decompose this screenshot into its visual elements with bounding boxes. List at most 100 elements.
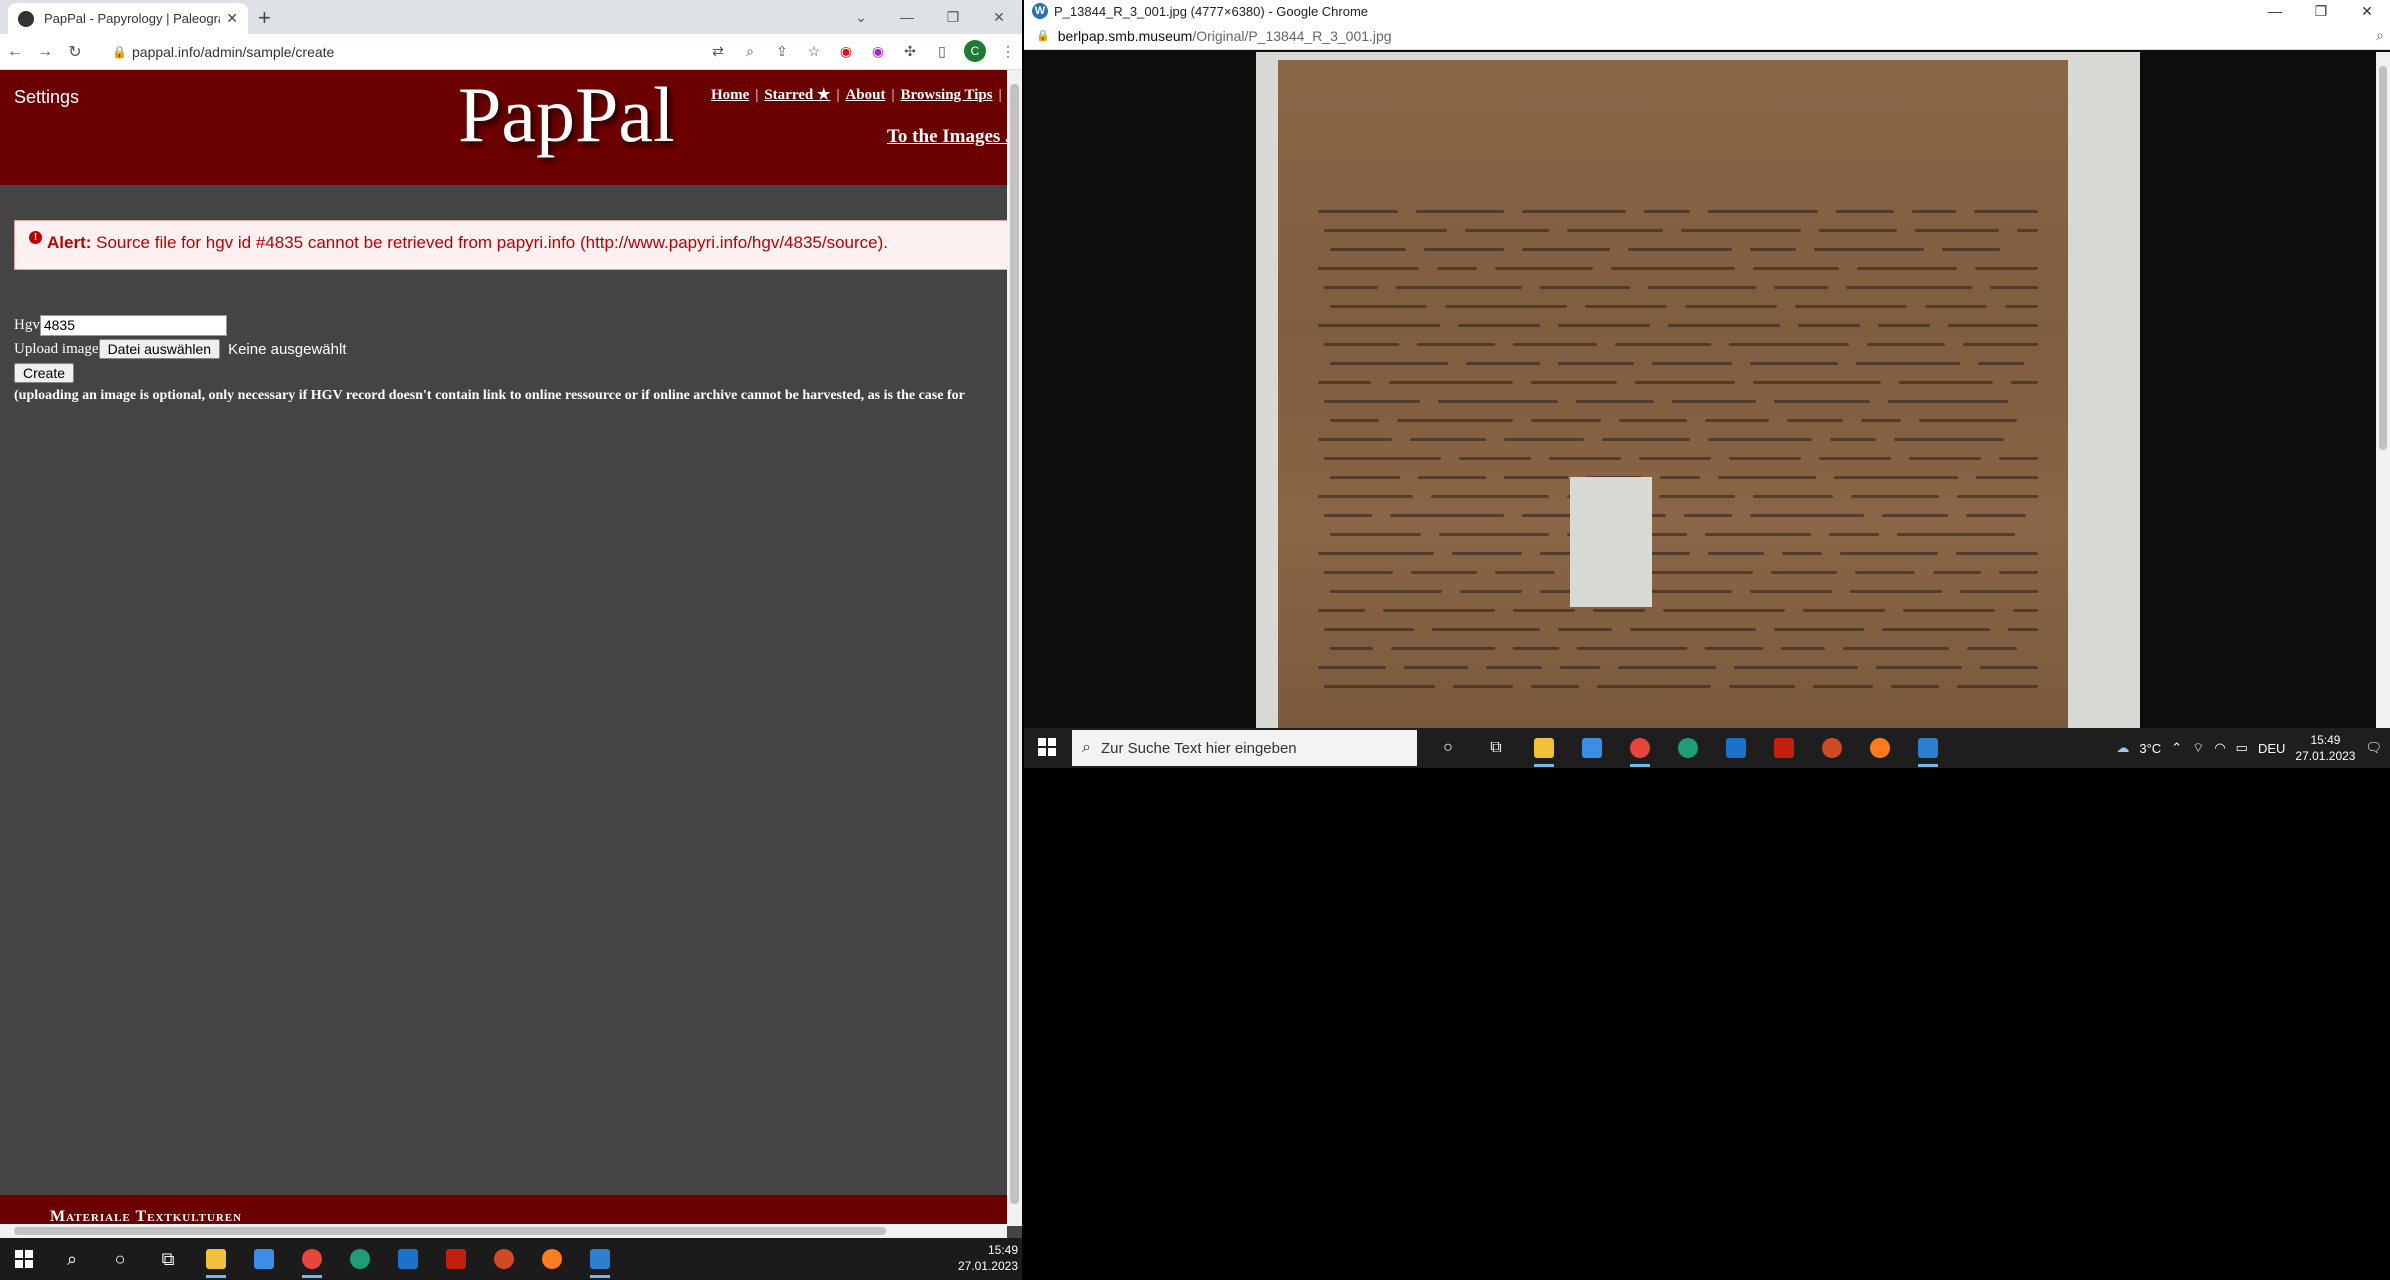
close-tab-icon[interactable]: ✕ (226, 10, 238, 27)
store-icon[interactable] (240, 1238, 288, 1280)
profile-avatar[interactable]: C (964, 40, 986, 62)
edge-icon[interactable] (1664, 728, 1712, 768)
forward-icon[interactable]: → (30, 43, 60, 61)
weather-temp[interactable]: 3°C (2139, 741, 2161, 756)
back-icon[interactable]: ← (0, 43, 30, 61)
papyrus-script-stroke (1857, 267, 1957, 270)
zoom-icon[interactable]: ⌕ (2376, 27, 2384, 44)
new-tab-icon[interactable]: + (258, 5, 271, 31)
papyrus-script-stroke (1708, 210, 1818, 213)
tray-chevron-icon[interactable]: ⌃ (2171, 740, 2182, 756)
bookmark-star-icon[interactable]: ☆ (804, 43, 824, 60)
acrobat-icon[interactable] (1760, 728, 1808, 768)
translate-icon[interactable]: ⇄ (708, 43, 728, 60)
papyrus-script-stroke (1513, 343, 1597, 346)
extensions-puzzle-icon[interactable]: ✣ (900, 43, 920, 60)
papyrus-script-stroke (1963, 343, 2038, 346)
tab-pappal[interactable]: PapPal - Papyrology | Paleograph ✕ (8, 3, 248, 34)
minimize-icon[interactable]: — (2252, 0, 2298, 22)
search-icon[interactable]: ⌕ (48, 1238, 96, 1280)
extension-red-icon[interactable]: ◉ (836, 43, 856, 60)
address-bar[interactable]: 🔒 pappal.info/admin/sample/create (112, 38, 802, 66)
file-explorer-icon[interactable] (192, 1238, 240, 1280)
photos-icon[interactable] (1904, 728, 1952, 768)
chrome-icon[interactable] (1616, 728, 1664, 768)
papyrus-script-stroke (1439, 533, 1549, 536)
mail-icon[interactable] (384, 1238, 432, 1280)
papyrus-script-stroke (1465, 229, 1549, 232)
papyrus-image[interactable] (1256, 52, 2140, 728)
powerpoint-icon[interactable] (1808, 728, 1856, 768)
reload-icon[interactable]: ↻ (60, 42, 90, 62)
taskbar-clock[interactable]: 15:49 27.01.2023 (958, 1242, 1018, 1274)
papyrus-script-stroke (1432, 628, 1540, 631)
store-icon[interactable] (1568, 728, 1616, 768)
windows-start-icon[interactable] (1038, 738, 1056, 756)
battery-icon[interactable]: ▭ (2236, 740, 2248, 756)
alert-label: Alert: (47, 233, 92, 252)
share-icon[interactable]: ⇪ (772, 43, 792, 60)
horizontal-scrollbar[interactable] (0, 1224, 1007, 1238)
language-indicator[interactable]: DEU (2258, 741, 2285, 756)
edge-icon[interactable] (336, 1238, 384, 1280)
papyrus-script-stroke (1882, 628, 1990, 631)
cortana-icon[interactable]: ○ (1424, 728, 1472, 768)
minimize-icon[interactable]: — (884, 9, 930, 25)
papyrus-script-stroke (1593, 609, 1645, 612)
papyrus-script-stroke (1390, 514, 1504, 517)
task-view-icon[interactable]: ⧉ (144, 1238, 192, 1280)
choose-file-button[interactable]: Datei auswählen (98, 339, 221, 359)
mail-icon[interactable] (1712, 728, 1760, 768)
restore-icon[interactable]: ❐ (930, 9, 976, 26)
settings-link[interactable]: Settings (14, 87, 79, 108)
windows-start-icon[interactable] (0, 1238, 48, 1280)
firefox-icon[interactable] (528, 1238, 576, 1280)
powerpoint-icon[interactable] (480, 1238, 528, 1280)
papyrus-script-stroke (1585, 305, 1667, 308)
hgv-input[interactable]: 4835 (39, 314, 227, 336)
task-view-icon[interactable]: ⧉ (1472, 728, 1520, 768)
menu-about[interactable]: About (845, 87, 885, 103)
papyrus-script-stroke (1976, 476, 2038, 479)
side-panel-icon[interactable]: ▯ (932, 43, 952, 60)
papyrus-script-stroke (1663, 609, 1785, 612)
close-window-icon[interactable]: ✕ (2344, 0, 2390, 22)
cortana-icon[interactable]: ○ (96, 1238, 144, 1280)
menu-starred[interactable]: Starred ★ (764, 87, 830, 103)
weather-cloud-icon[interactable]: ☁ (2116, 740, 2129, 756)
chrome-icon[interactable] (288, 1238, 336, 1280)
papyrus-script-stroke (1618, 666, 1716, 669)
tab-search-icon[interactable]: ⌄ (838, 9, 884, 26)
notification-icon[interactable]: 🗨 (2365, 740, 2382, 756)
papyrus-script-stroke (1787, 419, 1843, 422)
papyrus-script-stroke (1418, 476, 1486, 479)
papyrus-script-stroke (1431, 495, 1549, 498)
to-the-images-link[interactable]: To the Images ... (887, 126, 1019, 148)
menu-browsing-tips[interactable]: Browsing Tips (900, 87, 992, 103)
menu-home[interactable]: Home (711, 87, 749, 103)
extension-purple-icon[interactable]: ◉ (868, 43, 888, 60)
close-window-icon[interactable]: ✕ (976, 9, 1022, 26)
firefox-icon[interactable] (1856, 728, 1904, 768)
network-icon[interactable]: ⌔ (2192, 740, 2204, 756)
acrobat-icon[interactable] (432, 1238, 480, 1280)
right-address-bar[interactable]: 🔒 berlpap.smb.museum/Original/P_13844_R_… (1024, 22, 2390, 50)
papyrus-script-stroke (2013, 609, 2038, 612)
right-vertical-scrollbar[interactable] (2376, 52, 2390, 728)
file-explorer-icon[interactable] (1520, 728, 1568, 768)
taskbar-clock[interactable]: 15:49 27.01.2023 (2295, 732, 2355, 764)
papyrus-script-stroke (1781, 647, 1825, 650)
taskbar-search-box[interactable]: ⌕ Zur Suche Text hier eingeben (1072, 730, 1417, 766)
papyrus-script-stroke (1708, 552, 1764, 555)
papyrus-script-stroke (1685, 305, 1777, 308)
restore-icon[interactable]: ❐ (2298, 0, 2344, 22)
left-browser-window: PapPal - Papyrology | Paleograph ✕ + ⌄ —… (0, 0, 1022, 1238)
photos-icon[interactable] (576, 1238, 624, 1280)
create-button[interactable]: Create (14, 363, 75, 383)
wifi-icon[interactable]: ◠ (2214, 740, 2225, 756)
vertical-scrollbar[interactable] (1007, 70, 1022, 1226)
papyrus-script-stroke (1882, 514, 1948, 517)
papyrus-script-stroke (2005, 305, 2038, 308)
menu-dots-icon[interactable]: ⋮ (998, 43, 1018, 60)
zoom-icon[interactable]: ⌕ (740, 43, 760, 60)
